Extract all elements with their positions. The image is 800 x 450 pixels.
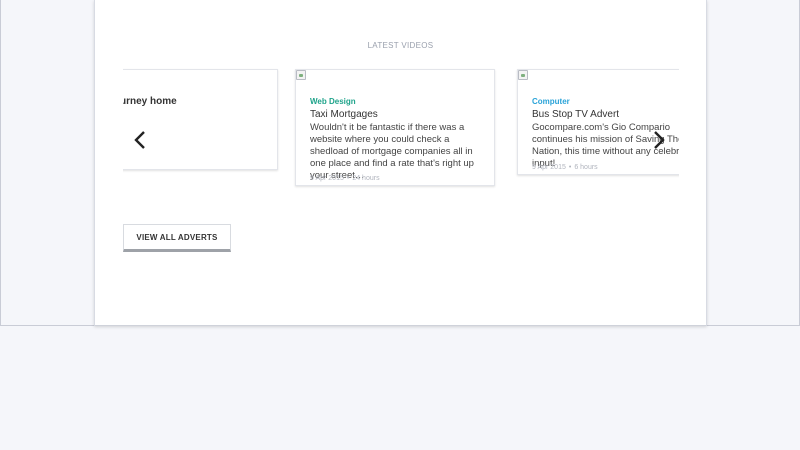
video-card-partial[interactable]: urney home: [123, 69, 278, 170]
card-meta: 9 Apr 2015 • 24 hours: [310, 175, 380, 182]
latest-videos-panel: LATEST VIDEOS urney home Web Design Taxi…: [94, 0, 707, 326]
section-title: LATEST VIDEOS: [367, 41, 434, 50]
card-age: 24 hours: [352, 175, 380, 182]
broken-image-icon: [518, 70, 528, 80]
card-category[interactable]: Computer: [532, 97, 570, 106]
card-excerpt: Wouldn't it be fantastic if there was a …: [310, 122, 474, 181]
card-date: 9 Apr 2015: [310, 175, 344, 182]
card-title[interactable]: Taxi Mortgages: [310, 109, 378, 120]
video-card-taxi-mortgages[interactable]: Web Design Taxi Mortgages Wouldn't it be…: [295, 69, 495, 186]
card-title: urney home: [123, 96, 177, 107]
card-meta: 9 Apr 2015 • 6 hours: [532, 164, 598, 171]
card-title[interactable]: Bus Stop TV Advert: [532, 109, 619, 120]
card-category[interactable]: Web Design: [310, 97, 356, 106]
chevron-right-icon[interactable]: [648, 129, 670, 151]
video-carousel: urney home Web Design Taxi Mortgages Wou…: [123, 68, 679, 190]
card-date: 9 Apr 2015: [532, 164, 566, 171]
chevron-left-icon[interactable]: [129, 129, 151, 151]
video-card-bus-stop[interactable]: Computer Bus Stop TV Advert Gocompare.co…: [517, 69, 679, 175]
view-all-adverts-button[interactable]: VIEW ALL ADVERTS: [123, 224, 231, 252]
broken-image-icon: [296, 70, 306, 80]
card-age: 6 hours: [574, 164, 598, 171]
